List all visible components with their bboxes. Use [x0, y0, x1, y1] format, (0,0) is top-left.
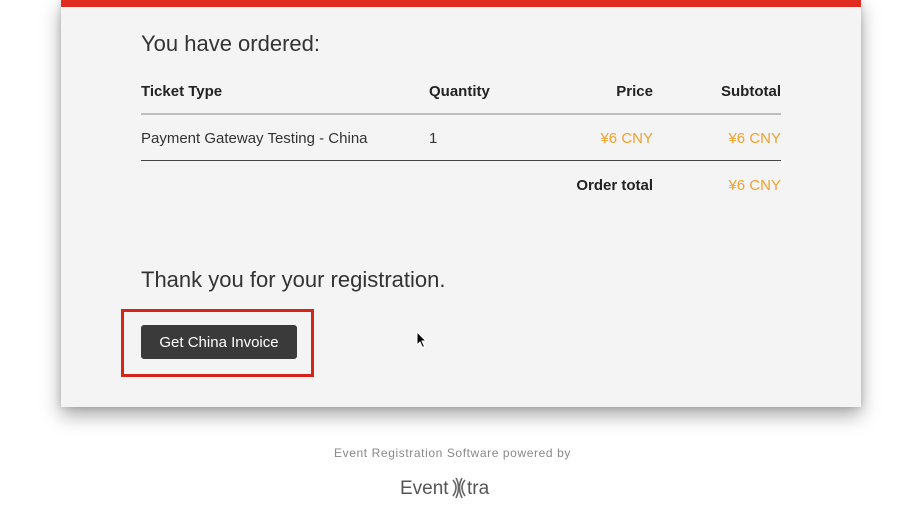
order-total-value: ¥6 CNY — [728, 177, 781, 194]
row-ticket-type: Payment Gateway Testing - China — [141, 130, 368, 147]
order-total-label: Order total — [576, 177, 653, 194]
row-quantity: 1 — [429, 130, 438, 147]
eventxtra-logo-icon: Event tra — [400, 477, 490, 499]
mouse-cursor-icon — [416, 331, 428, 349]
thank-you-message: Thank you for your registration. — [141, 267, 446, 292]
svg-text:tra: tra — [467, 478, 490, 499]
svg-text:Event: Event — [400, 478, 449, 499]
powered-by-text: Event Registration Software powered by — [334, 446, 571, 460]
row-price: ¥6 CNY — [600, 130, 653, 147]
accent-top-bar — [61, 0, 861, 7]
eventxtra-logo[interactable]: Event tra — [0, 474, 905, 505]
table-row-divider — [141, 160, 781, 161]
table-header-divider — [141, 113, 781, 115]
get-china-invoice-button[interactable]: Get China Invoice — [141, 325, 297, 359]
row-subtotal: ¥6 CNY — [728, 130, 781, 147]
order-heading: You have ordered: — [141, 31, 320, 56]
column-header-quantity: Quantity — [429, 83, 490, 100]
column-header-subtotal: Subtotal — [721, 83, 781, 100]
column-header-price: Price — [616, 83, 653, 100]
column-header-ticket-type: Ticket Type — [141, 83, 223, 100]
